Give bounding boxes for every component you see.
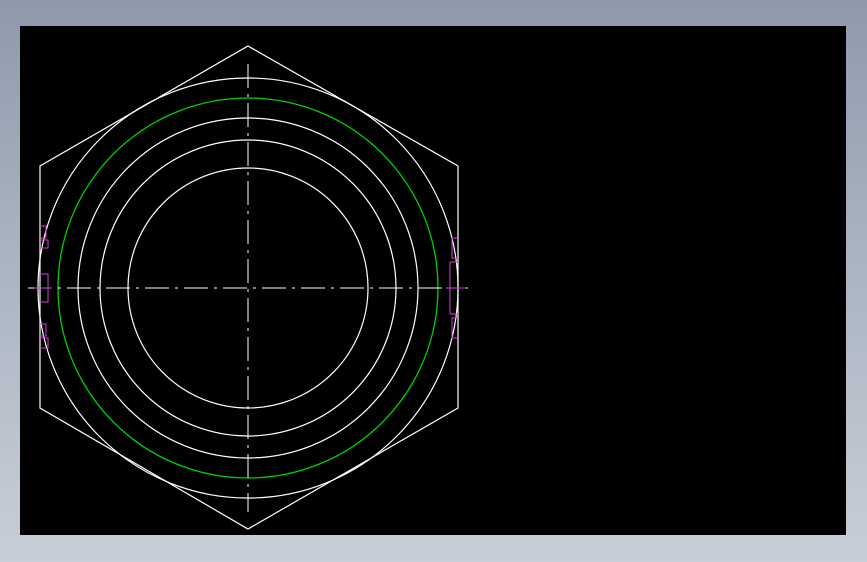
cad-drawing-canvas [20, 26, 846, 535]
canvas-background [20, 26, 846, 535]
cad-viewport[interactable] [20, 26, 846, 535]
